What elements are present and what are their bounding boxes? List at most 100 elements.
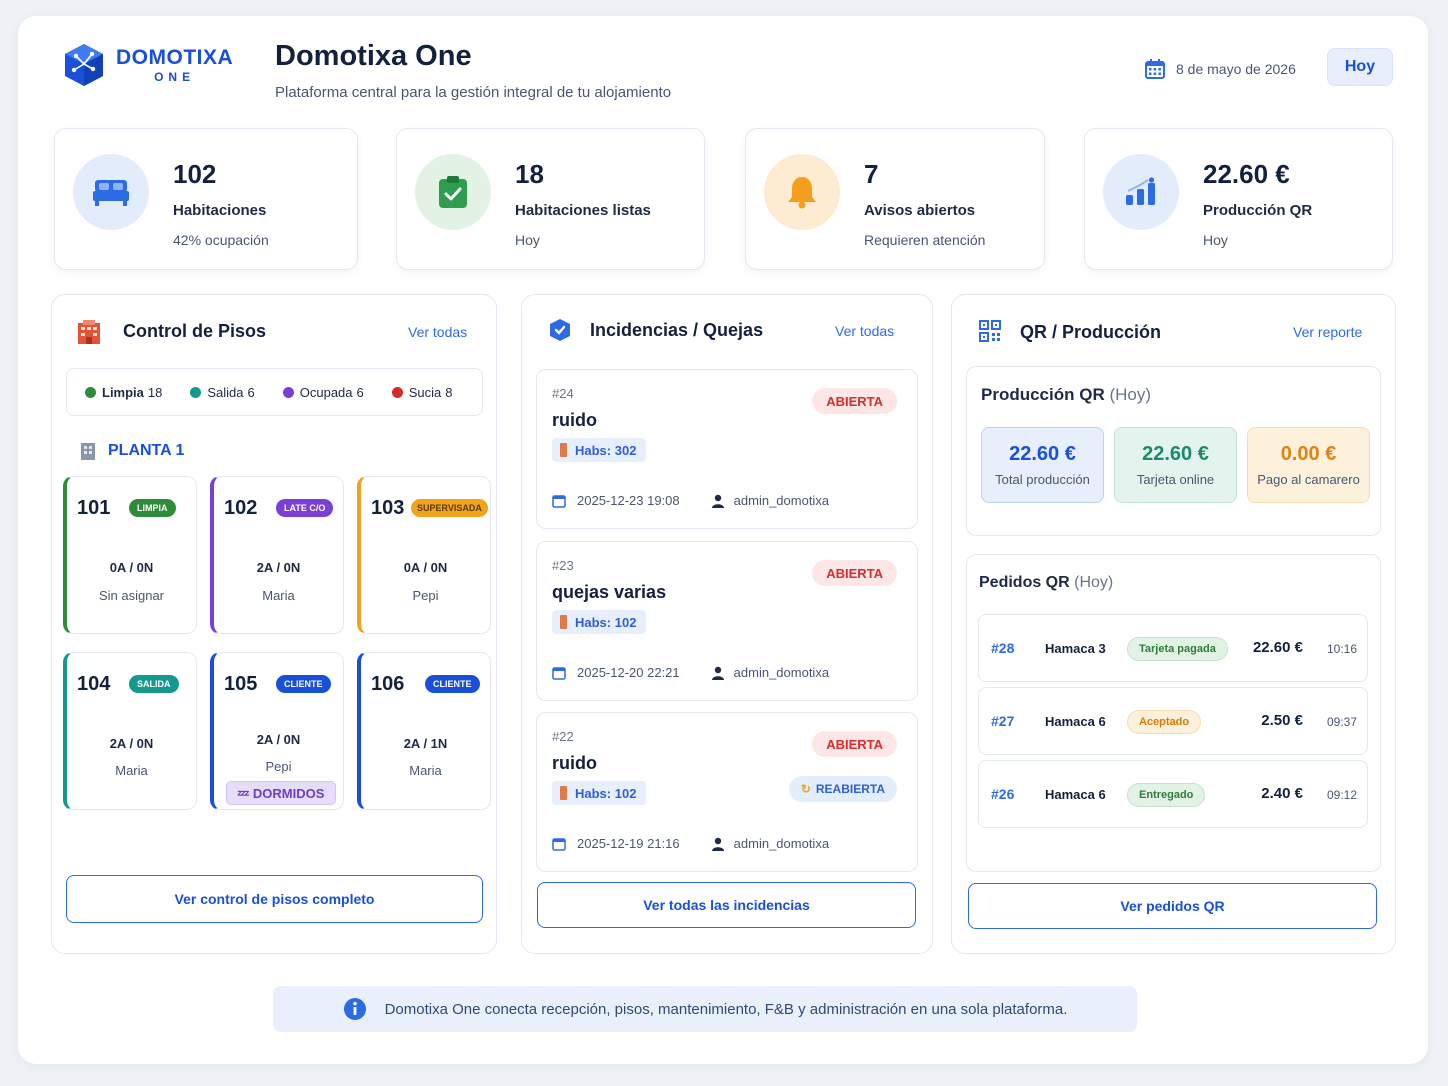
order-id: #27: [991, 713, 1015, 729]
calendar-icon: [552, 837, 566, 851]
stat-sub: Hoy: [515, 232, 540, 248]
reopen-icon: ↻: [800, 782, 811, 796]
stat-label: Avisos abiertos: [864, 202, 976, 219]
door-icon: [560, 443, 567, 457]
room-status-legend: Limpia 18 Salida 6 Ocupada 6 Sucia 8: [66, 368, 483, 416]
incident-card-22[interactable]: #22 ruido Habs: 102 ABIERTA ↻ REABIERTA 2…: [536, 712, 918, 872]
qr-panel-title: QR / Producción: [1020, 322, 1162, 342]
calendar-icon: [1145, 59, 1165, 79]
stat-sub: Hoy: [1203, 232, 1228, 248]
order-location: Hamaca 6: [1045, 787, 1106, 802]
floors-full-control-button[interactable]: Ver control de pisos completo: [66, 875, 483, 923]
floor-label: PLANTA 1: [108, 442, 185, 459]
room-number: 104: [77, 673, 111, 695]
user-icon: [711, 837, 724, 851]
room-number: 102: [224, 497, 258, 519]
incident-id: #24: [552, 386, 574, 401]
floors-panel: Control de Pisos Ver todas Limpia 18 Sali…: [51, 294, 497, 954]
bell-icon: [764, 154, 840, 230]
qr-orders-box: Pedidos QR (Hoy) #28 Hamaca 3 Tarjeta pa…: [966, 554, 1381, 872]
stat-label: Producción QR: [1203, 202, 1313, 219]
room-card-105[interactable]: 105 CLIENTE 2A / 0N Pepi 💤︎ DORMIDOS: [210, 652, 344, 810]
legend-item-salida[interactable]: Salida 6: [190, 385, 255, 400]
incident-id: #23: [552, 558, 574, 573]
order-time: 09:12: [1326, 788, 1357, 802]
room-card-106[interactable]: 106 CLIENTE 2A / 1N Maria: [357, 652, 491, 810]
brand-logo[interactable]: DOMOTIXA ONE: [62, 42, 233, 88]
legend-item-ocupada[interactable]: Ocupada 6: [282, 385, 364, 400]
room-assignee: Pepi: [412, 588, 439, 603]
room-number: 106: [371, 673, 405, 695]
order-status-badge: Entregado: [1127, 783, 1206, 807]
user-icon: [711, 666, 724, 680]
stat-card-rooms[interactable]: 102 Habitaciones 42% ocupación: [54, 128, 358, 270]
order-id: #26: [991, 786, 1015, 802]
order-location: Hamaca 3: [1045, 641, 1106, 656]
legend-item-limpia[interactable]: Limpia 18: [85, 385, 162, 400]
room-card-103[interactable]: 103 SUPERVISADA 0A / 0N Pepi: [357, 476, 491, 634]
room-occupancy: 2A / 1N: [403, 736, 448, 751]
room-occupancy: 2A / 0N: [109, 736, 154, 751]
floors-panel-title: Control de Pisos: [123, 321, 267, 341]
room-occupancy: 0A / 0N: [403, 560, 448, 575]
incident-status-badge: ABIERTA: [812, 731, 897, 757]
incidents-view-all-button[interactable]: Ver todas las incidencias: [537, 882, 916, 928]
qr-panel: QR / Producción Ver reporte Producción Q…: [951, 294, 1396, 954]
room-status-tag: LIMPIA: [129, 499, 176, 517]
stat-label: Habitaciones listas: [515, 202, 651, 219]
floors-view-all-link[interactable]: Ver todas: [408, 324, 467, 340]
order-row-27[interactable]: #27 Hamaca 6 Aceptado 2.50 € 09:37: [978, 687, 1368, 755]
order-row-28[interactable]: #28 Hamaca 3 Tarjeta pagada 22.60 € 10:1…: [978, 614, 1368, 682]
room-status-tag: SALIDA: [129, 675, 179, 693]
incident-card-24[interactable]: #24 ruido Habs: 302 ABIERTA 2025-12-23 1…: [536, 369, 918, 529]
user-icon: [711, 494, 724, 508]
stat-card-ready-rooms[interactable]: 18 Habitaciones listas Hoy: [396, 128, 705, 270]
order-row-26[interactable]: #26 Hamaca 6 Entregado 2.40 € 09:12: [978, 760, 1368, 828]
room-status-tag: SUPERVISADA: [411, 499, 488, 517]
incidents-panel-title: Incidencias / Quejas: [590, 320, 764, 340]
incident-status-badge: ABIERTA: [812, 560, 897, 586]
room-card-101[interactable]: 101 LIMPIA 0A / 0N Sin asignar: [63, 476, 197, 634]
incident-room: Habs: 102: [552, 610, 647, 634]
order-id: #28: [991, 640, 1015, 656]
building-icon: [78, 320, 100, 344]
info-text: Domotixa One conecta recepción, pisos, m…: [384, 1000, 1068, 1018]
qr-orders-button[interactable]: Ver pedidos QR: [968, 883, 1377, 929]
stat-value: 18: [515, 159, 544, 189]
date-text: 8 de mayo de 2026: [1176, 61, 1296, 77]
qr-report-link[interactable]: Ver reporte: [1293, 324, 1362, 340]
incident-card-23[interactable]: #23 quejas varias Habs: 102 ABIERTA 2025…: [536, 541, 918, 701]
room-card-102[interactable]: 102 LATE C/O 2A / 0N Maria: [210, 476, 344, 634]
info-banner: Domotixa One conecta recepción, pisos, m…: [273, 986, 1137, 1032]
stat-label: Habitaciones: [173, 202, 267, 219]
incidents-view-all-link[interactable]: Ver todas: [835, 323, 894, 339]
sleep-icon: 💤︎: [237, 785, 249, 800]
qr-orders-heading: Pedidos QR (Hoy): [979, 574, 1114, 591]
order-time: 10:16: [1326, 642, 1357, 656]
room-status-tag: CLIENTE: [276, 675, 331, 693]
kpi-pay-waiter: 0.00 € Pago al camarero: [1247, 427, 1370, 503]
room-occupancy: 0A / 0N: [109, 560, 154, 575]
stat-card-alerts[interactable]: 7 Avisos abiertos Requieren atención: [745, 128, 1045, 270]
order-location: Hamaca 6: [1045, 714, 1106, 729]
bar-chart-icon: [1103, 154, 1179, 230]
stat-card-qr-production[interactable]: 22.60 € Producción QR Hoy: [1084, 128, 1393, 270]
incidents-panel: Incidencias / Quejas Ver todas #24 ruido…: [521, 294, 933, 954]
room-assignee: Maria: [115, 763, 148, 778]
incident-title: quejas varias: [552, 582, 667, 602]
clipboard-check-icon: [415, 154, 491, 230]
today-button[interactable]: Hoy: [1327, 48, 1393, 86]
room-status-tag: LATE C/O: [276, 499, 334, 517]
incidents-icon: [550, 319, 570, 341]
info-icon: [343, 998, 366, 1020]
door-icon: [560, 786, 567, 800]
order-status-badge: Aceptado: [1127, 710, 1202, 734]
calendar-icon: [552, 494, 566, 508]
legend-item-sucia[interactable]: Sucia 8: [391, 385, 453, 400]
incident-room: Habs: 102: [552, 781, 647, 805]
incident-title: ruido: [552, 410, 597, 430]
door-icon: [560, 615, 567, 629]
order-amount: 22.60 €: [1252, 639, 1303, 656]
qr-code-icon: [979, 320, 1001, 342]
room-card-104[interactable]: 104 SALIDA 2A / 0N Maria: [63, 652, 197, 810]
